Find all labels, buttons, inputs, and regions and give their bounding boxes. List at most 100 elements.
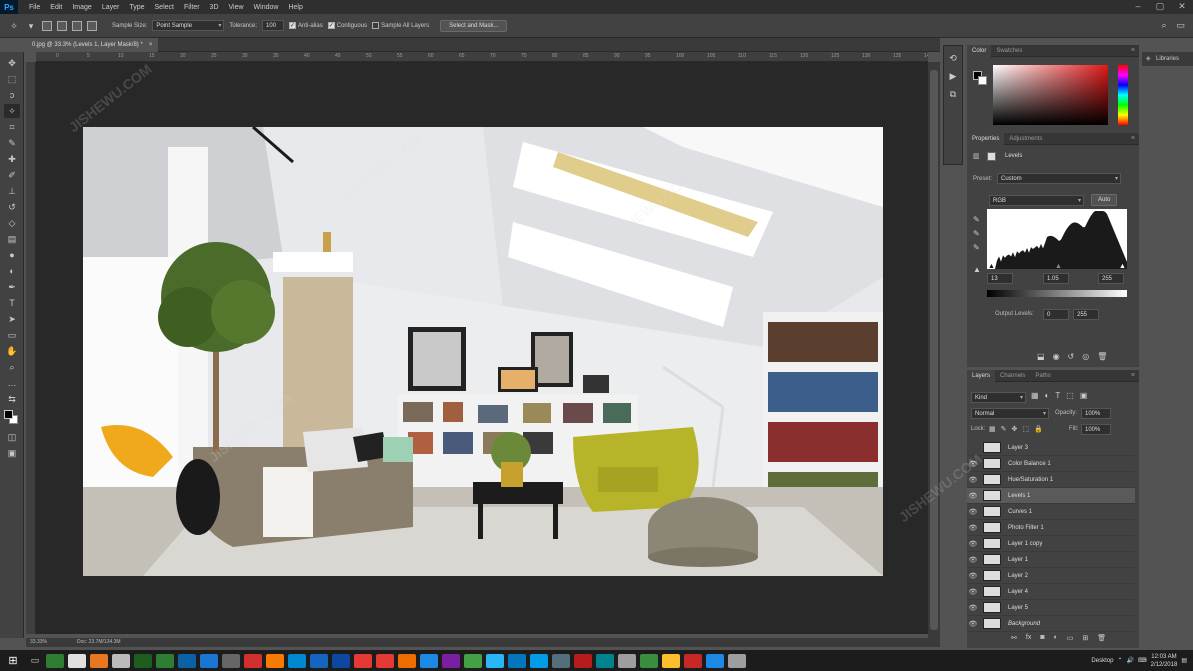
fill-input[interactable]: 100% xyxy=(1081,424,1111,435)
eraser-tool-icon[interactable]: ◇ xyxy=(4,216,20,230)
layer-row[interactable]: Layer 3 xyxy=(967,440,1135,456)
taskbar-app-icon[interactable] xyxy=(640,653,658,668)
layer-row[interactable]: 👁 Layer 4 xyxy=(967,584,1135,600)
zoom-level[interactable]: 33.33% xyxy=(30,638,47,647)
visibility-eye-icon[interactable]: 👁 xyxy=(967,588,979,596)
layer-row[interactable]: 👁 Curves 1 xyxy=(967,504,1135,520)
taskbar-app-icon[interactable] xyxy=(200,653,218,668)
menu-filter[interactable]: Filter xyxy=(179,4,205,11)
input-sliders[interactable]: ▲ ▲ ▲ xyxy=(987,263,1127,271)
input-black-field[interactable]: 13 xyxy=(987,273,1013,284)
output-black-field[interactable]: 0 xyxy=(1043,309,1069,320)
new-layer-icon[interactable]: ⊞ xyxy=(1082,634,1088,642)
clip-to-layer-icon[interactable]: ⬓ xyxy=(1037,352,1045,361)
crop-tool-icon[interactable]: ⌗ xyxy=(4,120,20,134)
add-selection-icon[interactable] xyxy=(57,20,67,31)
scrollbar-thumb[interactable] xyxy=(930,70,938,630)
taskbar-app-icon[interactable] xyxy=(68,653,86,668)
white-point-slider[interactable]: ▲ xyxy=(1119,263,1126,270)
document-image[interactable] xyxy=(83,127,883,576)
windows-start-icon[interactable]: ⊞ xyxy=(0,654,26,667)
maximize-icon[interactable]: ▢ xyxy=(1149,0,1171,14)
visibility-eye-icon[interactable]: 👁 xyxy=(967,476,979,484)
reset-icon[interactable]: ↺ xyxy=(1068,352,1075,361)
close-tab-icon[interactable]: × xyxy=(149,38,153,52)
menu-edit[interactable]: Edit xyxy=(45,4,67,11)
menu-layer[interactable]: Layer xyxy=(97,4,125,11)
new-group-icon[interactable]: ▭ xyxy=(1067,634,1074,642)
layer-kind-filter[interactable]: Kind xyxy=(971,392,1026,403)
taskbar-app-icon[interactable] xyxy=(596,653,614,668)
menu-help[interactable]: Help xyxy=(283,4,307,11)
type-tool-icon[interactable]: T xyxy=(4,296,20,310)
taskbar-app-icon[interactable] xyxy=(244,653,262,668)
actions-play-icon[interactable]: ▶ xyxy=(944,71,962,82)
screen-mode-icon[interactable]: ▣ xyxy=(4,446,20,460)
tab-adjustments[interactable]: Adjustments xyxy=(1004,133,1047,145)
clone-stamp-icon[interactable]: ⊥ xyxy=(4,184,20,198)
color-field[interactable] xyxy=(993,65,1108,125)
layer-row[interactable]: 👁 Levels 1 xyxy=(967,488,1135,504)
close-icon[interactable]: ✕ xyxy=(1171,0,1193,14)
panel-menu-icon[interactable]: ≡ xyxy=(1131,135,1135,142)
taskbar-app-icon[interactable] xyxy=(618,653,636,668)
taskbar-app-icon[interactable] xyxy=(332,653,350,668)
fx-icon[interactable]: fx xyxy=(1026,634,1031,642)
visibility-eye-icon[interactable]: 👁 xyxy=(967,604,979,612)
tab-color[interactable]: Color xyxy=(967,44,992,57)
lock-paint-icon[interactable]: ✎ xyxy=(1001,425,1007,433)
taskbar-app-icon[interactable] xyxy=(90,653,108,668)
hue-slider[interactable] xyxy=(1118,65,1128,125)
shape-tool-icon[interactable]: ▭ xyxy=(4,328,20,342)
clock[interactable]: 12:03 AM 2/12/2018 xyxy=(1151,653,1178,669)
view-previous-icon[interactable]: ◉ xyxy=(1053,352,1060,361)
lasso-tool-icon[interactable]: ↄ xyxy=(4,88,20,102)
adjustment-filter-icon[interactable]: ◐ xyxy=(1045,391,1050,400)
task-view-icon[interactable]: ▭ xyxy=(26,655,44,666)
taskbar-app-icon[interactable] xyxy=(46,653,64,668)
gradient-tool-icon[interactable]: ▤ xyxy=(4,232,20,246)
taskbar-app-icon[interactable] xyxy=(662,653,680,668)
layer-row[interactable]: 👁 Layer 5 xyxy=(967,600,1135,616)
menu-select[interactable]: Select xyxy=(150,4,179,11)
layer-row[interactable]: 👁 Color Balance 1 xyxy=(967,456,1135,472)
taskbar-app-icon[interactable] xyxy=(354,653,372,668)
panel-menu-icon[interactable]: ≡ xyxy=(1131,47,1135,54)
delete-layer-icon[interactable]: 🗑 xyxy=(1097,634,1106,642)
delete-icon[interactable]: 🗑 xyxy=(1097,352,1107,361)
taskbar-app-icon[interactable] xyxy=(266,653,284,668)
tray-up-icon[interactable]: ⌃ xyxy=(1117,657,1122,664)
calc-icon[interactable]: ▲ xyxy=(973,263,981,277)
menu-view[interactable]: View xyxy=(224,4,249,11)
path-select-icon[interactable]: ➤ xyxy=(4,312,20,326)
magic-wand-tool-icon[interactable]: ✧ xyxy=(4,104,20,118)
zoom-tool-icon[interactable]: ⌕ xyxy=(4,360,20,374)
canvas-area[interactable] xyxy=(36,62,928,634)
tool-preset-chevron-icon[interactable]: ▾ xyxy=(25,20,37,32)
visibility-eye-icon[interactable]: 👁 xyxy=(967,556,979,564)
layer-row[interactable]: 👁 Background xyxy=(967,616,1135,632)
visibility-eye-icon[interactable]: 👁 xyxy=(967,620,979,628)
layer-row[interactable]: 👁 Layer 2 xyxy=(967,568,1135,584)
taskbar-app-icon[interactable] xyxy=(156,653,174,668)
taskbar-app-icon[interactable] xyxy=(684,653,702,668)
visibility-eye-icon[interactable]: 👁 xyxy=(967,492,979,500)
taskbar-app-icon[interactable] xyxy=(574,653,592,668)
intersect-selection-icon[interactable] xyxy=(87,20,97,31)
new-selection-icon[interactable] xyxy=(42,20,52,31)
doc-size[interactable]: Doc: 23.7M/134.3M xyxy=(77,638,121,647)
taskbar-app-icon[interactable] xyxy=(112,653,130,668)
history-brush-icon[interactable]: ↺ xyxy=(4,200,20,214)
taskbar-app-icon[interactable] xyxy=(706,653,724,668)
layer-row[interactable]: 👁 Layer 1 copy xyxy=(967,536,1135,552)
more-tools-icon[interactable]: … xyxy=(4,376,20,390)
taskbar-app-icon[interactable] xyxy=(464,653,482,668)
visibility-eye-icon[interactable]: 👁 xyxy=(967,460,979,468)
visibility-eye-icon[interactable]: 👁 xyxy=(967,524,979,532)
tolerance-input[interactable]: 100 xyxy=(262,20,285,31)
document-tab[interactable]: 0.jpg @ 33.3% (Levels 1, Layer Mask/8) *… xyxy=(26,38,159,52)
taskbar-app-icon[interactable] xyxy=(508,653,526,668)
taskbar-app-icon[interactable] xyxy=(310,653,328,668)
brush-tool-icon[interactable]: ✐ xyxy=(4,168,20,182)
tab-channels[interactable]: Channels xyxy=(995,370,1030,382)
